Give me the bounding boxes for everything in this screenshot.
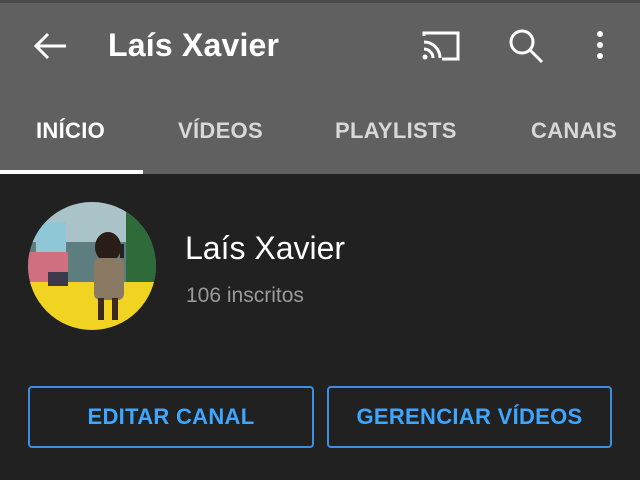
tab-canais[interactable]: CANAIS xyxy=(531,118,617,144)
tab-playlists[interactable]: PLAYLISTS xyxy=(335,118,457,144)
app-bar: Laís Xavier xyxy=(0,0,640,94)
tab-bar: INÍCIO VÍDEOS PLAYLISTS CANAIS xyxy=(0,94,640,174)
manage-videos-button[interactable]: GERENCIAR VÍDEOS xyxy=(327,386,612,448)
status-strip xyxy=(0,0,640,3)
channel-name: Laís Xavier xyxy=(185,230,346,266)
more-vertical-icon[interactable] xyxy=(588,26,612,66)
page-title: Laís Xavier xyxy=(108,27,280,63)
avatar[interactable] xyxy=(28,202,156,330)
tab-videos[interactable]: VÍDEOS xyxy=(178,118,263,144)
tab-inicio[interactable]: INÍCIO xyxy=(36,118,105,144)
subscriber-count: 106 inscritos xyxy=(186,284,304,307)
arrow-back-icon[interactable] xyxy=(30,26,70,66)
edit-channel-button[interactable]: EDITAR CANAL xyxy=(28,386,314,448)
tab-active-indicator xyxy=(0,170,143,174)
search-icon[interactable] xyxy=(506,26,546,66)
cast-icon[interactable] xyxy=(420,28,462,64)
